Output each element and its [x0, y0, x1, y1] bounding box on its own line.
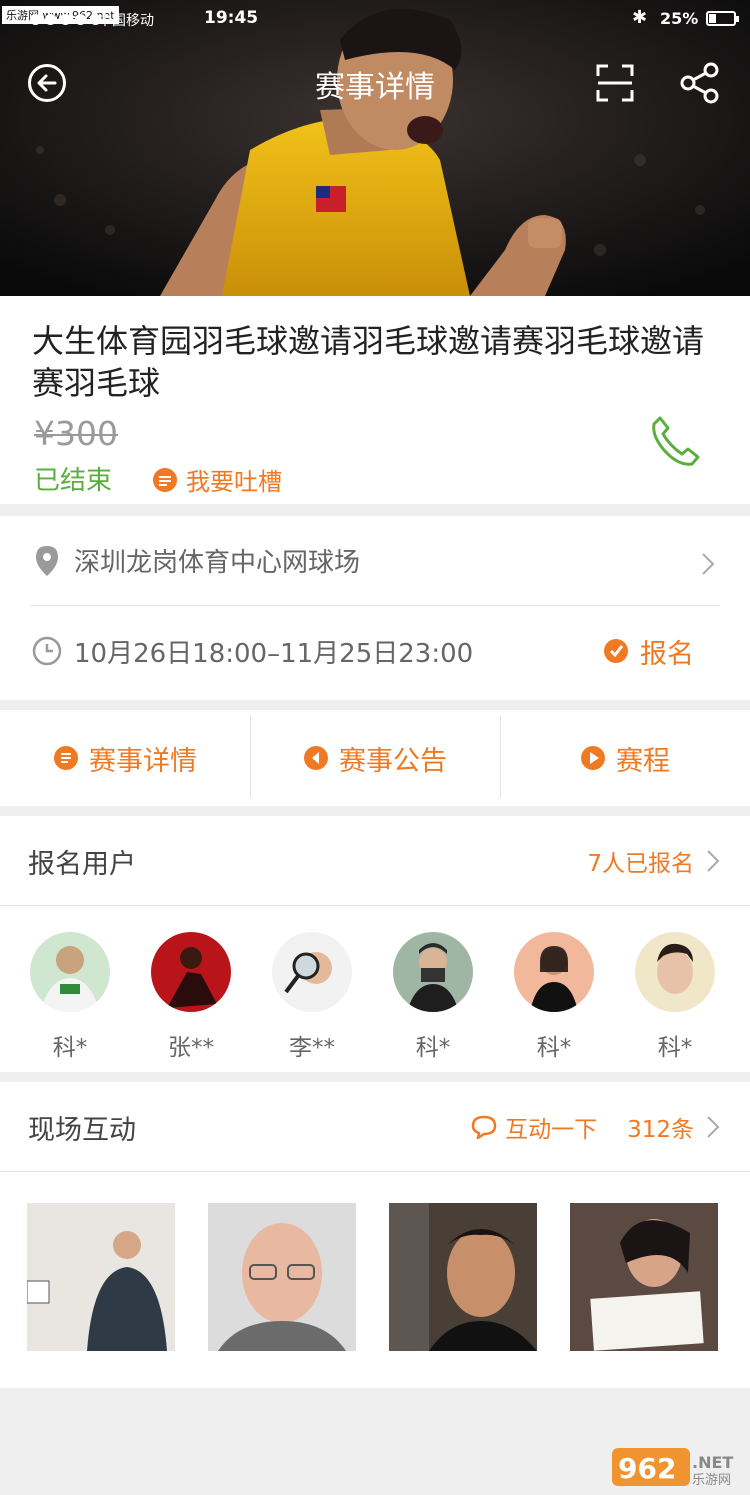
announce-icon	[304, 746, 328, 770]
time-range: 10月26日18:00–11月25日23:00	[74, 638, 474, 669]
registered-count-link[interactable]: 7人已报名	[587, 844, 720, 878]
location-row[interactable]: 深圳龙岗体育中心网球场	[30, 516, 720, 606]
user-item[interactable]: 科*	[30, 932, 110, 1062]
avatar	[514, 932, 594, 1012]
interaction-photos	[27, 1203, 723, 1351]
section-header: 现场互动 互动一下 312条	[0, 1082, 750, 1172]
chevron-right-icon	[707, 1116, 720, 1138]
svg-text:962: 962	[618, 1452, 676, 1485]
event-info: 大生体育园羽毛球邀请羽毛球邀请赛羽毛球邀请赛羽毛球 ¥300 已结束 我要吐槽	[0, 296, 750, 504]
scan-icon[interactable]	[596, 64, 634, 102]
location-label: 深圳龙岗体育中心网球场	[74, 548, 361, 578]
registered-count: 7人已报名	[587, 851, 694, 877]
interact-label: 互动一下	[505, 1117, 598, 1143]
signup-icon	[604, 639, 628, 663]
share-icon[interactable]	[680, 62, 720, 104]
interaction-photo[interactable]	[570, 1203, 718, 1351]
clock-icon	[32, 636, 62, 666]
chat-bubble-icon	[471, 1115, 497, 1139]
tab-label: 赛程	[616, 745, 670, 777]
interaction-count[interactable]: 312条	[627, 1110, 694, 1144]
user-name: 李**	[289, 1035, 335, 1061]
user-name: 张**	[168, 1035, 214, 1061]
user-item[interactable]: 科*	[635, 932, 715, 1062]
tab-label: 赛事公告	[339, 745, 447, 777]
svg-text:.NET: .NET	[692, 1453, 733, 1472]
live-interaction-section: 现场互动 互动一下 312条	[0, 1082, 750, 1388]
time-row: 10月26日18:00–11月25日23:00 报名	[30, 606, 720, 696]
avatar	[151, 932, 231, 1012]
battery-percent: 25%	[660, 9, 699, 28]
user-item[interactable]: 李**	[272, 932, 352, 1062]
event-title: 大生体育园羽毛球邀请羽毛球邀请赛羽毛球邀请赛羽毛球	[32, 322, 705, 402]
location-time-section: 深圳龙岗体育中心网球场 10月26日18:00–11月25日23:00 报名	[0, 516, 750, 700]
avatar	[30, 932, 110, 1012]
avatar	[393, 932, 473, 1012]
user-name: 科*	[52, 1035, 88, 1061]
complain-button[interactable]: 我要吐槽	[152, 462, 282, 497]
map-pin-icon	[36, 545, 58, 576]
hero-photo	[0, 0, 750, 296]
user-item[interactable]: 科*	[514, 932, 594, 1062]
section-title: 报名用户	[28, 849, 136, 880]
status-bar: 乐游网 www.962.net 中国移动 19:45 ✱ 25%	[0, 0, 750, 40]
chevron-right-icon	[707, 850, 720, 872]
signup-button[interactable]: 报名	[602, 632, 694, 671]
tab-label: 赛事详情	[89, 745, 197, 777]
interact-button[interactable]: 互动一下	[471, 1110, 597, 1144]
section-header: 报名用户 7人已报名	[0, 816, 750, 906]
tab-event-announcement[interactable]: 赛事公告	[250, 710, 500, 806]
registered-users-section: 报名用户 7人已报名 科* 张** 李** 科* 科* 科*	[0, 816, 750, 1072]
signup-label: 报名	[640, 638, 694, 670]
site-watermark-logo: 962 .NET 乐游网	[612, 1448, 733, 1488]
avatar	[635, 932, 715, 1012]
interaction-actions: 互动一下 312条	[471, 1110, 720, 1144]
doc-icon	[54, 746, 78, 770]
user-name: 科*	[415, 1035, 451, 1061]
user-item[interactable]: 科*	[393, 932, 473, 1062]
battery-icon	[706, 11, 739, 26]
avatar	[272, 932, 352, 1012]
hero-banner: 乐游网 www.962.net 中国移动 19:45 ✱ 25% 赛事详情	[0, 0, 750, 296]
section-title: 现场互动	[28, 1115, 136, 1146]
interaction-photo[interactable]	[27, 1203, 175, 1351]
status-badge: 已结束	[34, 466, 113, 496]
user-item[interactable]: 张**	[151, 932, 231, 1062]
bluetooth-icon: ✱	[632, 7, 648, 28]
chevron-right-icon	[702, 553, 715, 575]
signal-icon	[30, 14, 101, 25]
tab-schedule[interactable]: 赛程	[500, 710, 750, 806]
carrier-label: 中国移动	[98, 13, 154, 29]
svg-text:乐游网: 乐游网	[692, 1473, 731, 1488]
page-title: 赛事详情	[315, 70, 435, 105]
event-tabs: 赛事详情 赛事公告 赛程	[0, 710, 750, 806]
tab-event-details[interactable]: 赛事详情	[0, 710, 250, 806]
play-icon	[581, 746, 605, 770]
event-price: ¥300	[34, 414, 118, 453]
interaction-photo[interactable]	[208, 1203, 356, 1351]
phone-icon[interactable]	[648, 414, 704, 468]
user-name: 科*	[536, 1035, 572, 1061]
user-name: 科*	[657, 1035, 693, 1061]
clock: 19:45	[204, 8, 259, 28]
chat-bubble-icon	[153, 467, 177, 492]
interaction-photo[interactable]	[389, 1203, 537, 1351]
complain-label: 我要吐槽	[186, 468, 282, 496]
